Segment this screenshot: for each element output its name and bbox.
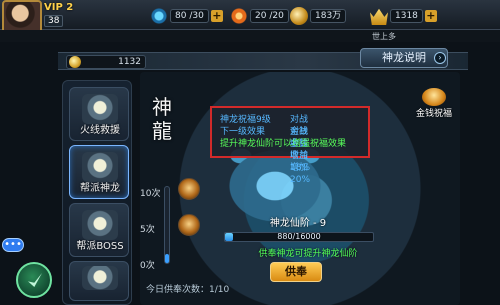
tooltip-current-level: 神龙祝福9级 — [220, 115, 271, 125]
currency-value: 1132 — [118, 57, 141, 67]
boss-icon — [82, 210, 118, 240]
tooltip-next-effect: 对战金钱收益增加20% — [290, 127, 311, 185]
stamina-value: 80 /30 — [170, 9, 209, 23]
dragon-icon — [82, 152, 118, 182]
gold-stat: 183万 — [290, 7, 347, 25]
gauge-tick-5: 5次 — [140, 225, 155, 235]
feature-menu: 火线救援 帮派神龙 帮派BOSS — [62, 80, 132, 305]
offering-gauge-fill — [165, 253, 169, 263]
dragon-level-label: 神龙仙阶 - 9 — [269, 218, 327, 229]
chevron-right-icon[interactable]: › — [434, 52, 446, 64]
calligraphy-char: 神 — [152, 95, 172, 119]
menu-item-label: 火线救援 — [80, 125, 120, 136]
menu-item-guild-dragon[interactable]: 帮派神龙 — [69, 145, 129, 199]
crown-icon — [370, 8, 388, 25]
menu-item-label: 帮派神龙 — [80, 183, 120, 194]
blessing-label: 金钱祝福 — [415, 109, 452, 119]
money-bag-icon — [422, 88, 446, 106]
diamond-value: 1318 — [390, 9, 423, 23]
energy-icon — [230, 7, 248, 25]
rescue-icon — [82, 94, 118, 124]
offer-button[interactable]: 供奉 — [270, 262, 322, 282]
calligraphy-char: 龍 — [152, 119, 172, 143]
menu-item-label: 帮派BOSS — [76, 241, 124, 252]
gold-icon — [290, 7, 308, 25]
tooltip-next-level: 下一级效果 — [220, 127, 266, 137]
diamond-stat: 1318 + — [370, 8, 437, 25]
blessing-tooltip: 神龙祝福9级 对战金钱收益增加18% 下一级效果 对战金钱收益增加20% 提升神… — [210, 106, 370, 185]
offering-gauge — [164, 186, 170, 264]
top-status-bar: VIP 2 38 80 /30 + 20 /20 183万 1318 + — [0, 0, 500, 36]
stamina-stat: 80 /30 + — [150, 7, 223, 25]
top-under-strip — [0, 30, 500, 42]
upgrade-hint: 供奉神龙可提升神龙仙阶 — [258, 249, 358, 259]
tooltip-line: 神龙祝福9级 对战金钱收益增加18% — [220, 114, 310, 173]
check-icon — [28, 273, 42, 287]
money-blessing[interactable]: 金钱祝福 — [404, 88, 464, 124]
add-diamond-button[interactable]: + — [424, 10, 437, 22]
tooltip-hint: 提升神龙仙阶可以增强祝福效果 — [220, 139, 347, 149]
menu-item-more[interactable] — [69, 261, 129, 301]
chest-5-icon[interactable] — [178, 214, 200, 236]
dragon-calligraphy: 神 龍 — [152, 95, 178, 149]
panel-currency: 1132 — [66, 55, 146, 69]
dragon-progress-bar: 880/16000 — [224, 232, 374, 242]
energy-stat: 20 /20 — [230, 7, 289, 25]
floating-action-button[interactable] — [16, 262, 52, 298]
tooltip-line: 下一级效果 对战金钱收益增加20% — [220, 126, 310, 185]
menu-item-rescue[interactable]: 火线救援 — [69, 87, 129, 141]
menu-item-guild-boss[interactable]: 帮派BOSS — [69, 203, 129, 257]
world-label: 世上多 — [372, 32, 396, 41]
vip-label: VIP 2 — [44, 2, 74, 13]
chat-bubble-button[interactable]: ••• — [2, 238, 24, 252]
chest-10-icon[interactable] — [178, 178, 200, 200]
player-level: 38 — [44, 15, 64, 27]
gauge-tick-10: 10次 — [140, 189, 161, 199]
gauge-tick-0: 0次 — [140, 261, 155, 271]
today-offer-count: 今日供奉次数：1/10 — [146, 285, 230, 295]
currency-icon — [69, 56, 81, 68]
dragon-progress-text: 880/16000 — [277, 232, 321, 241]
add-stamina-button[interactable]: + — [210, 10, 223, 22]
stamina-icon — [150, 7, 168, 25]
treasure-icon — [82, 266, 118, 290]
energy-value: 20 /20 — [250, 9, 289, 23]
gold-value: 183万 — [310, 9, 347, 23]
